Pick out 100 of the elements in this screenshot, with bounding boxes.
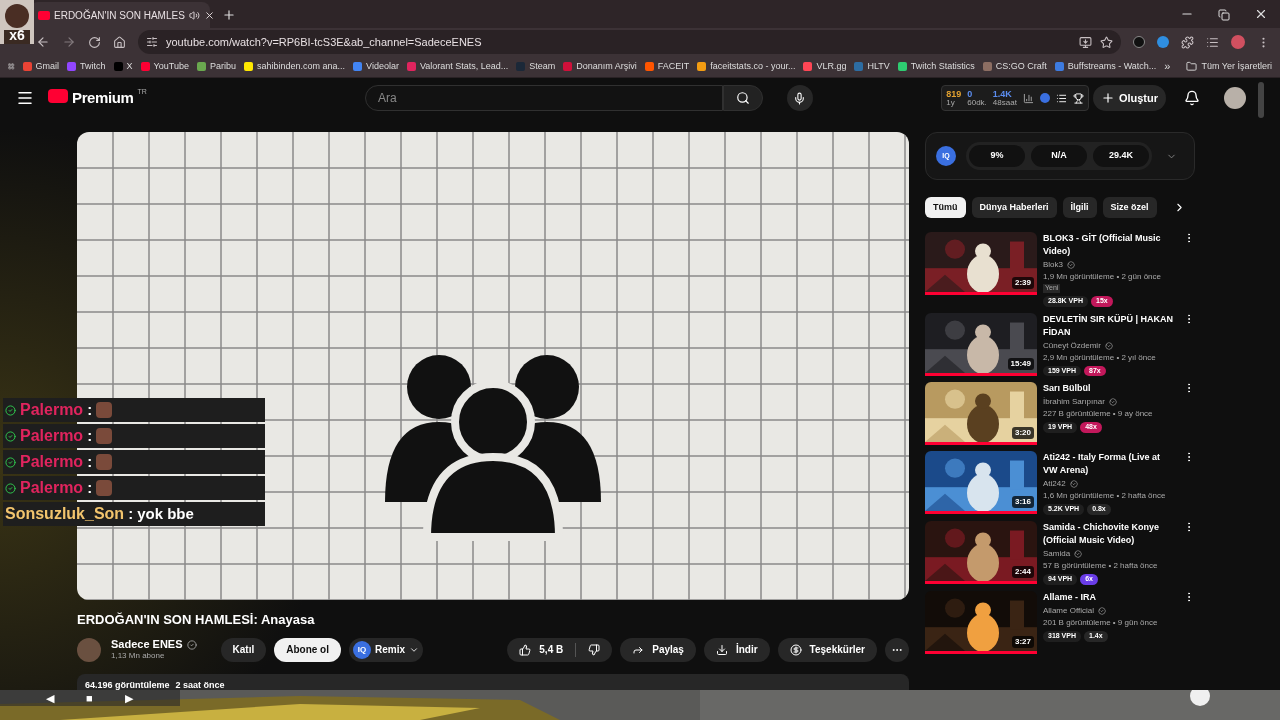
remix-button[interactable]: IQ Remix <box>349 637 423 662</box>
channel-avatar <box>77 637 101 662</box>
restore-icon[interactable] <box>1218 9 1230 21</box>
bookmark-star-icon[interactable] <box>1100 35 1113 49</box>
bookmark[interactable]: CS:GO Craft <box>982 59 1047 74</box>
stat-value: 1.4K <box>992 89 1013 99</box>
iq-stat: N/A <box>1031 145 1087 167</box>
bookmark[interactable]: Twitch Statistics <box>897 59 975 74</box>
create-button[interactable]: Oluştur <box>1092 85 1166 111</box>
bookmark[interactable]: Gmail <box>22 59 60 74</box>
close-window-icon[interactable] <box>1254 7 1268 21</box>
more-bookmarks[interactable]: » <box>1164 58 1171 75</box>
voice-search-button[interactable] <box>786 85 813 111</box>
chat-separator: : <box>87 451 93 472</box>
filter-chip[interactable]: Tümü <box>925 197 966 218</box>
bookmark[interactable]: faceitstats.co - your... <box>697 59 796 74</box>
plus-icon <box>1100 91 1115 105</box>
bookmark[interactable]: Videolar <box>353 59 399 74</box>
trophy-icon[interactable] <box>1072 92 1084 104</box>
close-tab-icon[interactable] <box>203 9 215 21</box>
menu-icon[interactable] <box>16 89 34 107</box>
filter-chip[interactable]: Size özel <box>1102 197 1157 218</box>
emote-icon <box>96 402 113 418</box>
filter-chip[interactable]: İlgili <box>1062 197 1097 218</box>
share-button[interactable]: Paylaş <box>620 637 696 662</box>
search-button[interactable] <box>722 85 763 111</box>
play-logo-icon <box>48 88 68 103</box>
media-control[interactable]: ◀ <box>46 689 54 707</box>
bookmark[interactable]: Donanım Arşivi <box>563 59 637 74</box>
bookmark[interactable]: VLR.gg <box>803 59 847 74</box>
bookmark[interactable]: YouTube <box>140 59 189 74</box>
channel-name: İbrahim Sarıpınar <box>1043 397 1105 408</box>
verified-icon <box>1067 261 1075 269</box>
media-control[interactable]: ■ <box>86 689 93 707</box>
video-title: DEVLETİN SIR KÜPÜ | HAKAN FİDAN <box>1043 312 1175 339</box>
tab-title: ERDOĞAN'IN SON HAMLES <box>54 8 185 23</box>
iq-icon[interactable] <box>1039 93 1050 103</box>
stat-label: 60dk. <box>967 98 987 107</box>
home-icon[interactable] <box>113 35 126 49</box>
apps-icon[interactable] <box>8 61 15 72</box>
video-title: BLOK3 - GİT (Official Music Video) <box>1043 232 1162 258</box>
thanks-button[interactable]: Teşekkürler <box>777 637 877 662</box>
stat-label: 48saat <box>992 98 1017 107</box>
reload-icon[interactable] <box>88 35 101 49</box>
thumbs-down-icon <box>588 643 601 656</box>
bookmark[interactable]: Paribu <box>196 59 236 74</box>
video-meta: 201 B görüntüleme • 9 gün önce <box>1043 617 1159 628</box>
extension-icon[interactable] <box>1157 36 1169 48</box>
url-text: youtube.com/watch?v=RP6BI-tcS3E&ab_channel=SadeceENES <box>166 34 482 50</box>
bookmark[interactable]: sahibinden.com ana... <box>244 59 346 74</box>
emote-icon <box>96 428 113 444</box>
bookmark[interactable]: Twitch <box>67 59 106 74</box>
duration-label: 2:44 <box>1012 566 1034 578</box>
search-icon <box>735 91 750 105</box>
video-title: ERDOĞAN'IN SON HAMLESİ: Anayasa <box>77 611 316 629</box>
extension-icon[interactable] <box>1133 36 1145 48</box>
notifications-icon[interactable] <box>1184 90 1200 106</box>
chat-separator: : <box>87 477 93 498</box>
chat-username: Palermo <box>20 426 84 446</box>
video-meta: 2,9 Mn görüntüleme • 2 yıl önce <box>1043 352 1157 363</box>
channel-name[interactable]: Sadece ENES <box>111 637 183 652</box>
search-field[interactable]: Ara <box>364 85 723 111</box>
extensions-icon[interactable] <box>1181 35 1194 49</box>
subscribe-button[interactable]: Abone ol <box>274 637 341 662</box>
bookmark[interactable]: X <box>113 59 133 74</box>
chat-username: Palermo <box>20 452 84 472</box>
stat-value: 0 <box>967 89 974 99</box>
channel-name: Samida <box>1043 549 1071 559</box>
stat-label: 1y <box>946 98 956 107</box>
channel-name: Cüneyt Özdemir <box>1043 340 1101 351</box>
channel-name: Allame Official <box>1043 605 1094 616</box>
video-meta: 1,9 Mn görüntüleme • 2 gün önce <box>1043 272 1162 282</box>
address-bar[interactable]: youtube.com/watch?v=RP6BI-tcS3E&ab_channel=SadeceENES <box>138 30 1121 54</box>
youtube-icon <box>38 10 50 20</box>
video-meta: 227 B görüntüleme • 9 ay önce <box>1043 409 1154 420</box>
bookmark[interactable]: Buffstreams - Watch... <box>1054 59 1157 74</box>
video-meta: 57 B görüntüleme • 2 hafta önce <box>1043 561 1159 571</box>
scrollbar[interactable] <box>1258 82 1264 118</box>
media-control[interactable]: ▶ <box>124 689 133 707</box>
back-icon[interactable] <box>36 35 50 49</box>
chart-icon[interactable] <box>1022 92 1034 104</box>
chat-separator: : <box>87 399 93 420</box>
chat-separator: : <box>87 425 93 446</box>
install-icon[interactable] <box>1079 35 1092 49</box>
bookmark[interactable]: HLTV <box>854 59 890 74</box>
mic-icon <box>793 91 807 105</box>
bookmark[interactable]: FACEIT <box>644 59 690 74</box>
download-button[interactable]: İndir <box>703 637 770 662</box>
join-button[interactable]: Katıl <box>220 637 267 662</box>
all-bookmarks[interactable]: Tüm Yer İşaretleri <box>1186 59 1272 74</box>
stat-value: 819 <box>946 89 962 99</box>
bookmark[interactable]: Valorant Stats, Lead... <box>406 59 509 74</box>
media-icon[interactable] <box>1206 35 1219 49</box>
filter-chip[interactable]: Dünya Haberleri <box>971 197 1057 218</box>
account-avatar[interactable] <box>1224 87 1246 109</box>
chat-separator: : <box>128 503 134 524</box>
bookmark[interactable]: Steam <box>516 59 556 74</box>
new-tab-icon[interactable] <box>222 8 236 22</box>
list-icon[interactable] <box>1055 92 1067 104</box>
profile-avatar[interactable] <box>1231 35 1245 49</box>
